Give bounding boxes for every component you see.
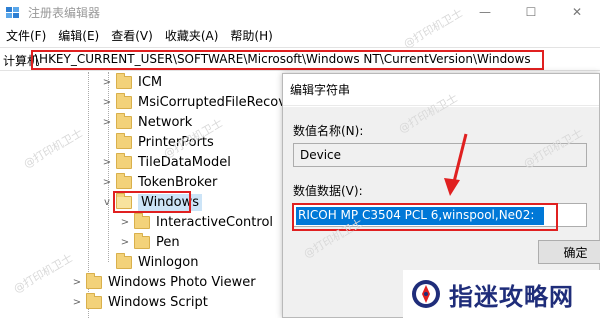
chevron-right-icon[interactable]: > [102,77,112,88]
tree-item[interactable]: Winlogon [102,252,198,272]
chevron-right-icon[interactable]: > [102,177,112,188]
tree-item[interactable]: > TokenBroker [102,172,217,192]
tree-item[interactable]: > Network [102,112,192,132]
folder-icon [134,232,150,249]
tree-item-label: Windows Script [108,294,208,310]
tree-item-label: TokenBroker [138,174,218,190]
chevron-right-icon[interactable]: > [102,97,112,108]
tree-item-label: Windows Photo Viewer [108,274,256,290]
chevron-right-icon[interactable]: > [102,157,112,168]
chevron-right-icon[interactable]: > [72,297,82,308]
ok-button[interactable]: 确定 [538,240,600,264]
menu-view[interactable]: 查看(V) [111,27,153,44]
brand-badge: 指迷攻略网 [403,270,600,318]
tree-item-label: InteractiveControl [156,214,274,230]
tree-item-label: ICM [138,74,163,90]
chevron-right-icon[interactable]: > [120,237,130,248]
chevron-right-icon[interactable]: > [120,217,130,228]
window-controls: — ☐ ✕ [462,0,600,24]
maximize-button[interactable]: ☐ [508,0,554,24]
chevron-down-icon[interactable]: v [102,197,112,208]
tree-item[interactable]: > ICM [102,72,162,92]
value-data-label: 数值数据(V): [293,184,363,198]
compass-logo-icon [412,280,440,308]
dialog-title: 编辑字符串 [290,83,351,97]
tree-item-label: Pen [156,234,180,250]
tree-item-label: Network [138,114,193,130]
minimize-button[interactable]: — [462,0,508,24]
address-path[interactable]: \HKEY_CURRENT_USER\SOFTWARE\Microsoft\Wi… [35,52,531,66]
menu-help[interactable]: 帮助(H) [230,27,272,44]
folder-icon [116,72,132,89]
registry-editor-icon [6,7,19,18]
folder-icon [116,152,132,169]
menu-favorites[interactable]: 收藏夹(A) [165,27,219,44]
folder-icon [86,292,102,309]
address-bar[interactable]: 计算机 \HKEY_CURRENT_USER\SOFTWARE\Microsof… [0,47,600,71]
tree-item[interactable]: > Windows Photo Viewer [72,272,256,292]
value-data-input[interactable]: RICOH MP C3504 PCL 6,winspool,Ne02: [296,207,544,225]
folder-icon [116,112,132,129]
folder-icon [86,272,102,289]
windows-highlight-box [113,191,191,213]
folder-icon [134,212,150,229]
tree-item[interactable]: > InteractiveControl [120,212,273,232]
chevron-right-icon[interactable]: > [102,117,112,128]
tree-item-label: Winlogon [138,254,199,270]
folder-icon [116,92,132,109]
tree-item[interactable]: > Pen [120,232,180,252]
brand-name: 指迷攻略网 [449,281,574,311]
tree-item[interactable]: > Windows Script [72,292,208,312]
menu-edit[interactable]: 编辑(E) [58,27,99,44]
annotation-arrow-icon [444,133,468,196]
title-bar: 注册表编辑器 — ☐ ✕ [0,0,600,24]
tree-item-label: MsiCorruptedFileRecove [138,94,290,110]
menu-file[interactable]: 文件(F) [6,27,46,44]
chevron-right-icon[interactable]: > [72,277,82,288]
folder-icon [116,132,132,149]
folder-icon [116,172,132,189]
tree-item[interactable]: > MsiCorruptedFileRecove [102,92,290,112]
window-title: 注册表编辑器 [28,6,101,20]
menu-bar: 文件(F) 编辑(E) 查看(V) 收藏夹(A) 帮助(H) [0,25,600,45]
folder-icon [116,252,132,269]
value-name-label: 数值名称(N): [293,124,364,138]
close-button[interactable]: ✕ [554,0,600,24]
tree-item-label: TileDataModel [138,154,231,170]
